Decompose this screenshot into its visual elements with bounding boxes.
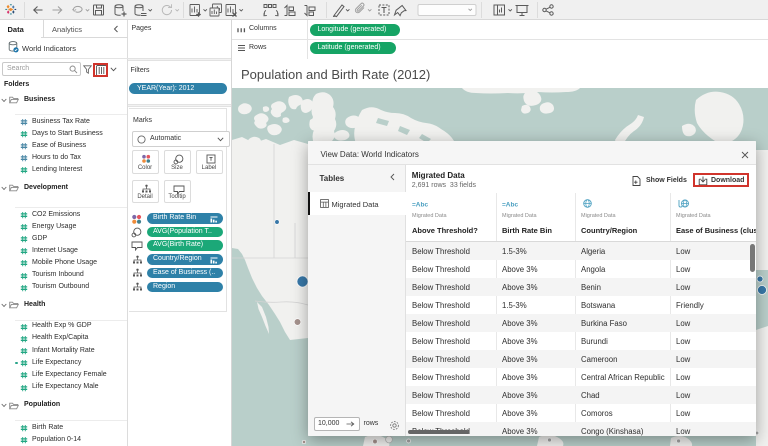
svg-text:=Abc: =Abc — [412, 202, 428, 209]
svg-text:=Abc: =Abc — [502, 202, 518, 209]
